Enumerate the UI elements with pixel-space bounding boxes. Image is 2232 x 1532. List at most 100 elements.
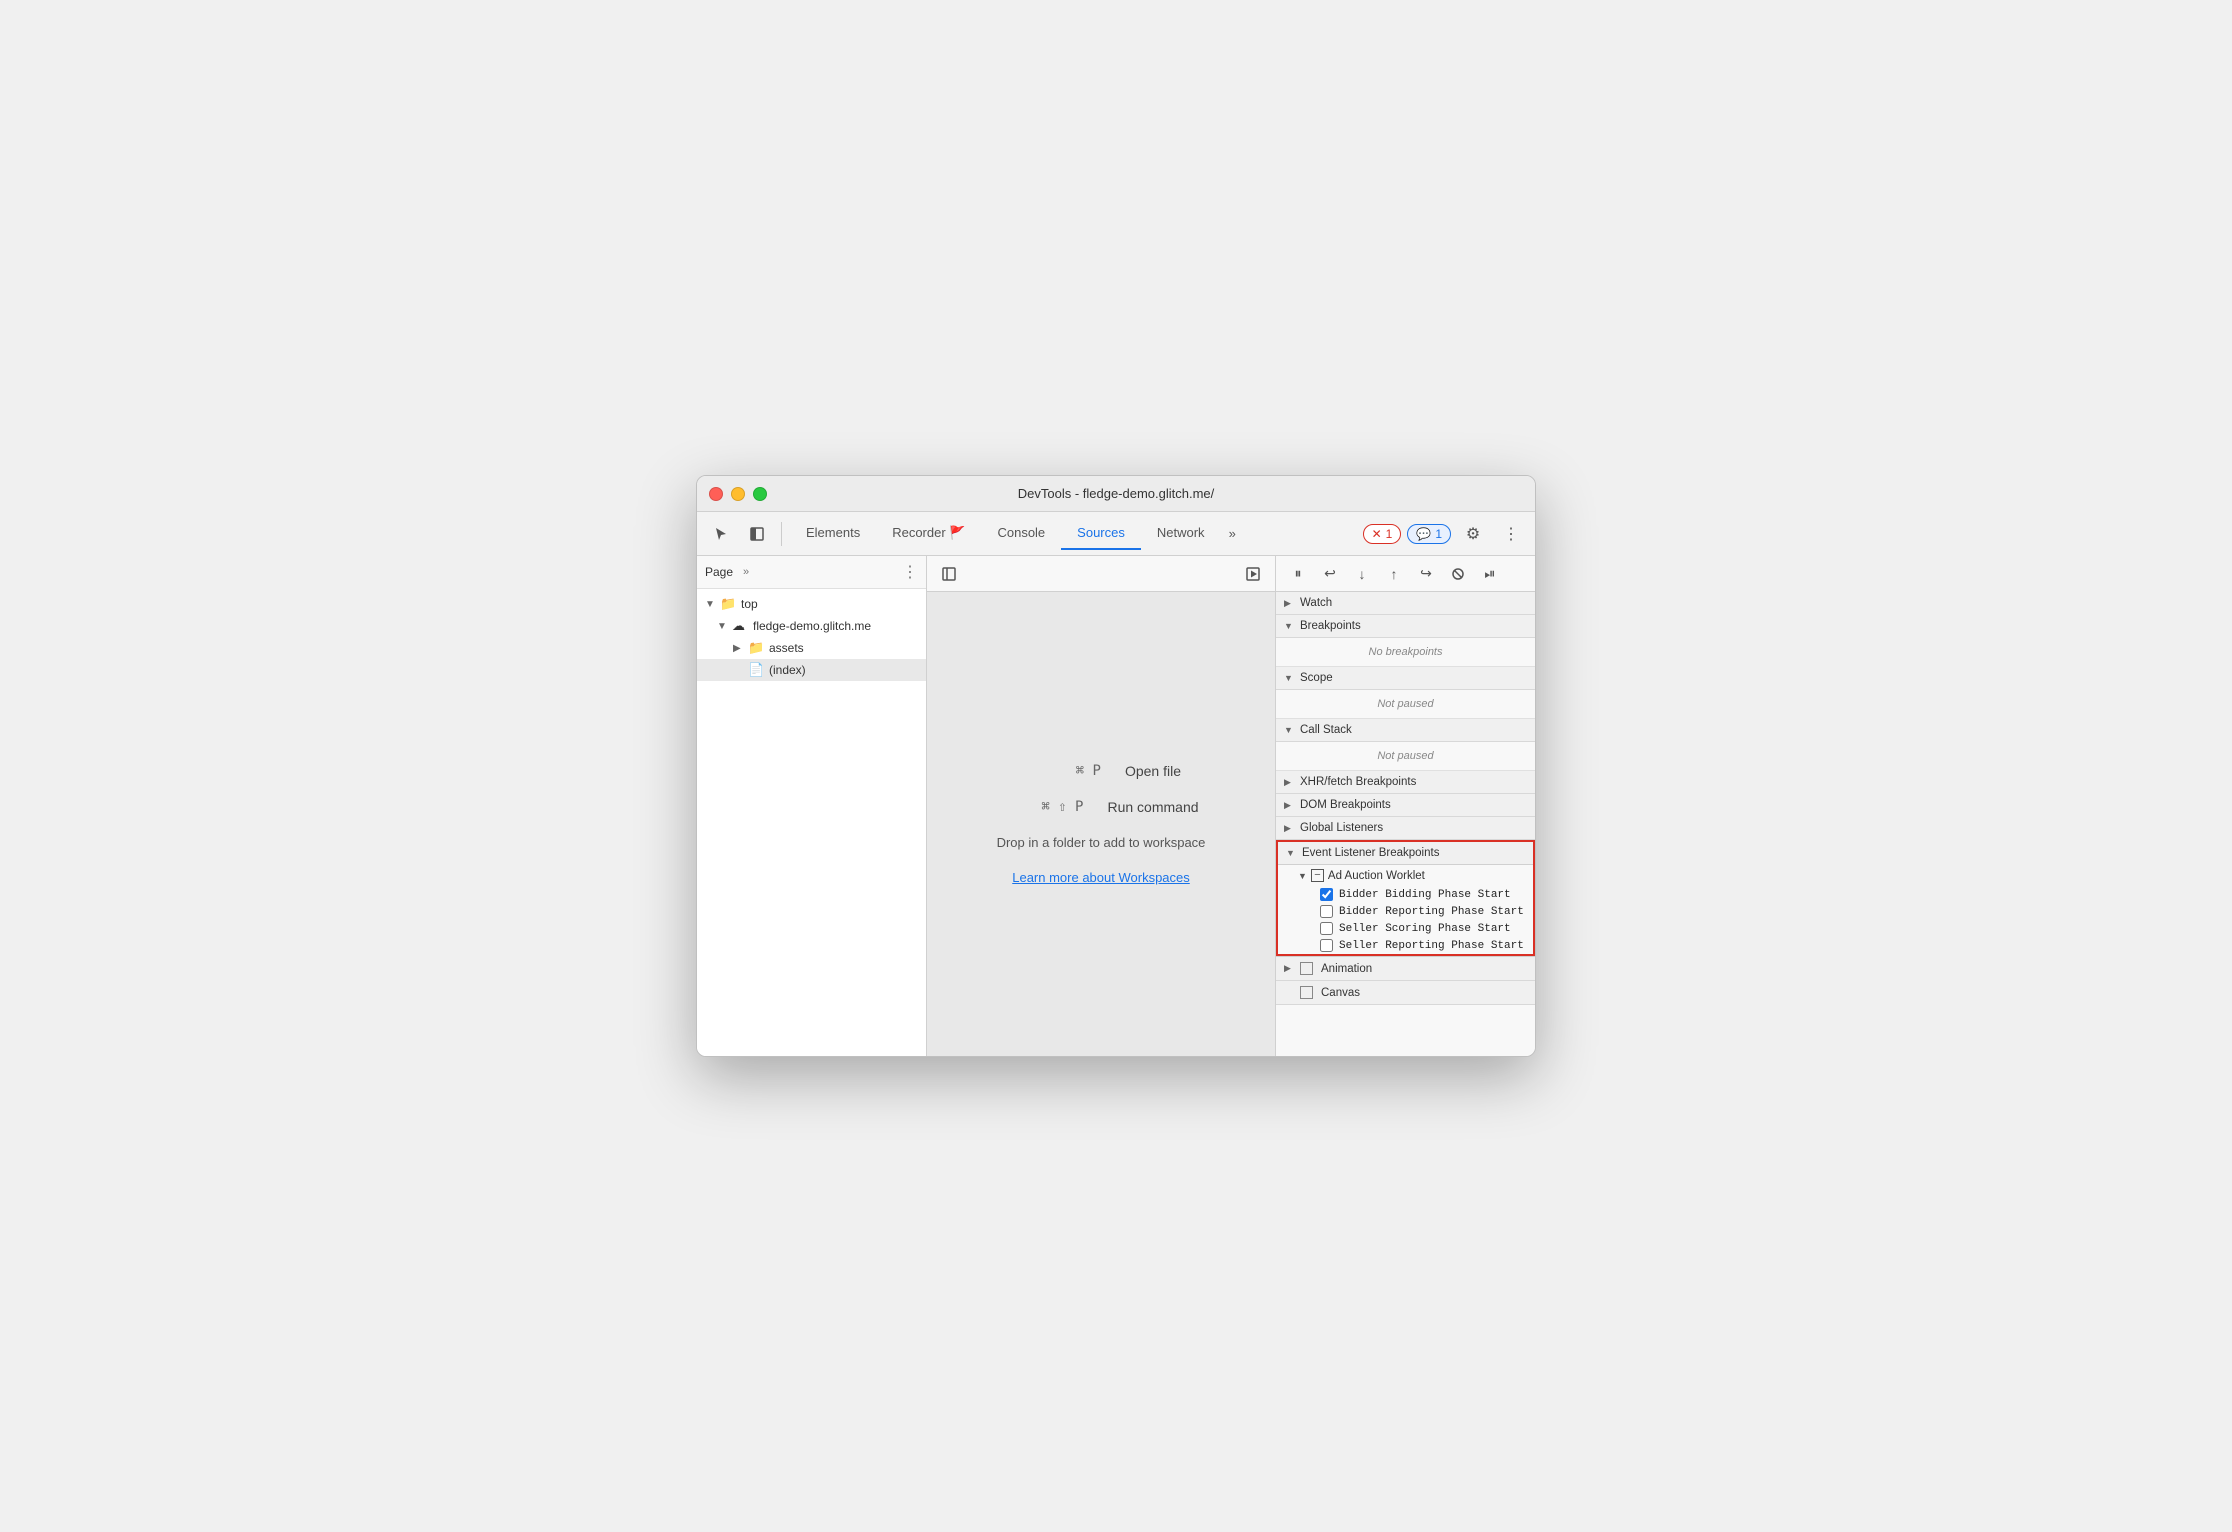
tab-recorder[interactable]: Recorder 🚩: [876, 517, 981, 551]
toolbar-divider: [781, 522, 782, 546]
step-into-icon[interactable]: ↓: [1348, 560, 1376, 588]
canvas-section-header[interactable]: Canvas: [1276, 981, 1535, 1005]
call-stack-empty: Not paused: [1276, 742, 1535, 770]
watch-title: Watch: [1300, 597, 1332, 609]
workspace-link[interactable]: Learn more about Workspaces: [1012, 870, 1190, 885]
drop-text: Drop in a folder to add to workspace: [997, 835, 1206, 850]
info-badge[interactable]: 💬 1: [1407, 524, 1451, 544]
left-panel-header: Page » ⋮: [697, 556, 926, 589]
event-listener-title: Event Listener Breakpoints: [1302, 847, 1439, 859]
call-stack-section-header[interactable]: ▼ Call Stack: [1276, 719, 1535, 742]
step-out-icon[interactable]: ↑: [1380, 560, 1408, 588]
checkbox-bidder-bidding-input[interactable]: [1320, 888, 1333, 901]
xhr-section-header[interactable]: ▶ XHR/fetch Breakpoints: [1276, 771, 1535, 794]
event-listener-section-header[interactable]: ▼ Event Listener Breakpoints: [1278, 842, 1533, 865]
tab-more-button[interactable]: »: [1221, 518, 1244, 549]
ad-auction-arrow: ▼: [1298, 871, 1307, 881]
shortcut-label-open: Open file: [1125, 763, 1181, 779]
canvas-title: Canvas: [1321, 987, 1360, 999]
more-options-icon[interactable]: ⋮: [1495, 518, 1527, 550]
minimize-button[interactable]: [731, 487, 745, 501]
ad-auction-header[interactable]: ▼ − Ad Auction Worklet: [1278, 865, 1533, 886]
devtools-window: DevTools - fledge-demo.glitch.me/ Elemen…: [696, 475, 1536, 1057]
tab-bar: Elements Recorder 🚩 Console Sources Netw…: [697, 512, 1535, 556]
pause-exceptions-icon[interactable]: ⏯: [1476, 560, 1504, 588]
checkbox-bidder-reporting-input[interactable]: [1320, 905, 1333, 918]
checkbox-seller-reporting-label: Seller Reporting Phase Start: [1339, 940, 1524, 952]
checkbox-seller-scoring-input[interactable]: [1320, 922, 1333, 935]
step-over-icon[interactable]: ↩: [1316, 560, 1344, 588]
middle-panel: ⌘ P Open file ⌘ ⇧ P Run command Drop in …: [927, 556, 1275, 1056]
error-badge[interactable]: ✕ 1: [1363, 524, 1402, 544]
checkbox-seller-scoring: Seller Scoring Phase Start: [1278, 920, 1533, 937]
file-tree: ▼ 📁 top ▼ ☁ fledge-demo.glitch.me ▶ 📁 as…: [697, 589, 926, 1056]
pause-icon[interactable]: ⏸: [1284, 560, 1312, 588]
tree-item-domain[interactable]: ▼ ☁ fledge-demo.glitch.me: [697, 615, 926, 637]
cloud-icon: ☁: [732, 618, 750, 634]
tree-item-index[interactable]: 📄 (index): [697, 659, 926, 681]
right-panel: ⏸ ↩ ↓ ↑ ↪ ⏯ ▶ Watch: [1275, 556, 1535, 1056]
folder-icon: 📁: [720, 596, 738, 612]
play-icon[interactable]: [1239, 560, 1267, 588]
shortcut-key-run: ⌘ ⇧ P: [1003, 799, 1083, 815]
panel-menu-icon[interactable]: ⋮: [902, 562, 918, 582]
error-count: 1: [1386, 527, 1393, 541]
checkbox-seller-scoring-label: Seller Scoring Phase Start: [1339, 923, 1511, 935]
dom-arrow: ▶: [1284, 800, 1296, 811]
call-stack-content: Not paused: [1276, 742, 1535, 771]
dock-icon[interactable]: [741, 518, 773, 550]
window-title: DevTools - fledge-demo.glitch.me/: [1018, 486, 1215, 501]
watch-section-header[interactable]: ▶ Watch: [1276, 592, 1535, 615]
global-title: Global Listeners: [1300, 822, 1383, 834]
arrow-right-icon: ▶: [733, 643, 745, 654]
scope-section-header[interactable]: ▼ Scope: [1276, 667, 1535, 690]
dom-title: DOM Breakpoints: [1300, 799, 1391, 811]
scope-empty: Not paused: [1276, 690, 1535, 718]
call-stack-arrow: ▼: [1284, 725, 1296, 735]
checkbox-bidder-bidding-label: Bidder Bidding Phase Start: [1339, 889, 1511, 901]
minus-box-icon: −: [1311, 869, 1324, 882]
global-section-header[interactable]: ▶ Global Listeners: [1276, 817, 1535, 840]
shortcut-open-file: ⌘ P Open file: [1021, 763, 1181, 779]
settings-icon[interactable]: ⚙: [1457, 518, 1489, 550]
left-panel: Page » ⋮ ▼ 📁 top ▼ ☁ fledge-demo.glitch.…: [697, 556, 927, 1056]
tab-sources[interactable]: Sources: [1061, 517, 1141, 550]
tab-elements[interactable]: Elements: [790, 517, 876, 550]
page-label: Page: [705, 565, 733, 579]
shortcut-key-open: ⌘ P: [1021, 763, 1101, 779]
checkbox-seller-reporting-input[interactable]: [1320, 939, 1333, 952]
scope-arrow: ▼: [1284, 673, 1296, 683]
right-panel-content: ▶ Watch ▼ Breakpoints No breakpoints ▼ S…: [1276, 592, 1535, 1056]
panel-more-icon[interactable]: »: [743, 566, 749, 578]
deactivate-icon[interactable]: [1444, 560, 1472, 588]
toolbar-right: ✕ 1 💬 1 ⚙ ⋮: [1363, 518, 1527, 550]
canvas-checkbox-icon: [1300, 986, 1313, 999]
traffic-lights: [709, 487, 767, 501]
checkbox-bidder-reporting-label: Bidder Reporting Phase Start: [1339, 906, 1524, 918]
tree-label-top: top: [741, 597, 758, 611]
tree-label-domain: fledge-demo.glitch.me: [753, 619, 871, 633]
animation-title: Animation: [1321, 963, 1372, 975]
dom-section-header[interactable]: ▶ DOM Breakpoints: [1276, 794, 1535, 817]
middle-content: ⌘ P Open file ⌘ ⇧ P Run command Drop in …: [927, 592, 1275, 1056]
tree-item-assets[interactable]: ▶ 📁 assets: [697, 637, 926, 659]
animation-section-header[interactable]: ▶ Animation: [1276, 956, 1535, 981]
step-icon[interactable]: ↪: [1412, 560, 1440, 588]
close-button[interactable]: [709, 487, 723, 501]
breakpoints-section-header[interactable]: ▼ Breakpoints: [1276, 615, 1535, 638]
checkbox-seller-reporting: Seller Reporting Phase Start: [1278, 937, 1533, 954]
main-layout: Page » ⋮ ▼ 📁 top ▼ ☁ fledge-demo.glitch.…: [697, 556, 1535, 1056]
tree-label-assets: assets: [769, 641, 804, 655]
chat-icon: 💬: [1416, 527, 1431, 541]
tab-console[interactable]: Console: [981, 517, 1061, 550]
tab-network[interactable]: Network: [1141, 517, 1221, 550]
hide-sidebar-icon[interactable]: [935, 560, 963, 588]
shortcut-run-command: ⌘ ⇧ P Run command: [1003, 799, 1198, 815]
maximize-button[interactable]: [753, 487, 767, 501]
tab-navigation: Elements Recorder 🚩 Console Sources Netw…: [790, 517, 1359, 551]
tree-item-top[interactable]: ▼ 📁 top: [697, 593, 926, 615]
cursor-icon[interactable]: [705, 518, 737, 550]
checkbox-bidder-bidding: Bidder Bidding Phase Start: [1278, 886, 1533, 903]
animation-arrow: ▶: [1284, 963, 1296, 974]
arrow-down-icon: ▼: [705, 599, 717, 610]
